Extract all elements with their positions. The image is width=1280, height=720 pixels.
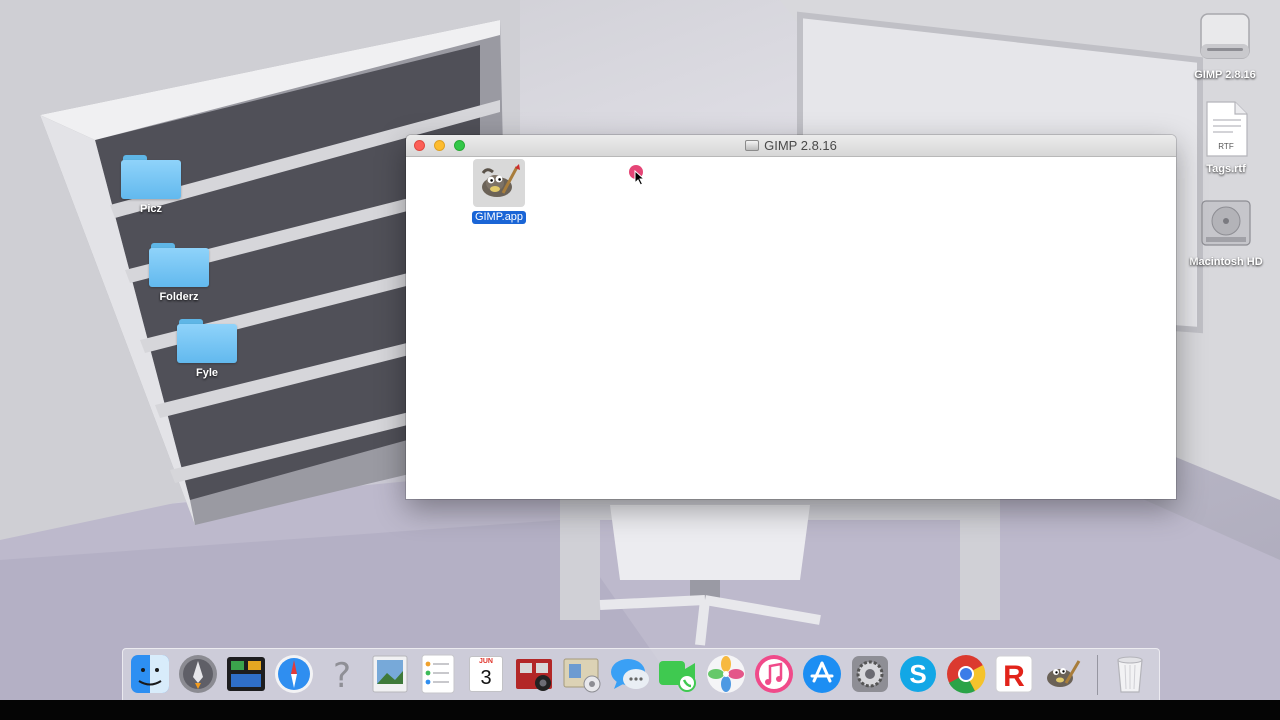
facetime-icon[interactable] [657,653,699,695]
calendar-month: JUN [478,658,493,665]
desktop-folder-fyle[interactable]: Fyle [162,319,252,379]
contacts-icon[interactable] [561,653,603,695]
desktop-disk-image[interactable]: GIMP 2.8.16 [1175,8,1275,81]
desktop-hard-drive-label: Macintosh HD [1189,256,1263,268]
disk-image-icon [745,140,760,151]
desktop-hard-drive[interactable]: Macintosh HD [1176,195,1276,268]
itunes-icon[interactable] [753,653,795,695]
svg-text:?: ? [333,656,351,695]
mission-control-icon[interactable] [225,653,267,695]
desktop-folder-label: Fyle [195,367,218,379]
finder-icon[interactable] [129,653,171,695]
reminders-icon[interactable] [417,653,459,695]
launchpad-icon[interactable] [177,653,219,695]
window-title: GIMP 2.8.16 [764,138,837,153]
svg-text:R: R [1003,660,1025,693]
dock: ? JUN 3 S R [122,648,1160,701]
chrome-icon[interactable] [945,653,987,695]
gimp-icon[interactable] [1041,653,1083,695]
window-titlebar[interactable]: GIMP 2.8.16 [406,135,1176,157]
photos-icon[interactable] [705,653,747,695]
finder-window: GIMP 2.8.16 GIMP.app [406,135,1176,499]
gimp-app-label: GIMP.app [471,211,527,224]
roblox-icon[interactable]: R [993,653,1035,695]
desktop-disk-image-label: GIMP 2.8.16 [1194,69,1256,81]
disk-image-icon [1200,13,1250,59]
system-preferences-icon[interactable] [849,653,891,695]
svg-text:S: S [909,659,926,689]
desktop-file-label: Tags.rtf [1206,163,1246,175]
photo-booth-icon[interactable] [513,653,555,695]
unknown-app-icon[interactable]: ? [321,653,363,695]
gimp-app-item[interactable]: GIMP.app [466,159,532,225]
desktop-folder-label: Folderz [159,291,199,303]
rtf-badge: RTF [1218,142,1234,151]
trash-icon[interactable] [1109,653,1151,695]
desktop-file-tags[interactable]: RTF Tags.rtf [1176,100,1276,175]
mouse-cursor-icon [629,165,646,186]
desktop-folder-folderz[interactable]: Folderz [134,243,224,303]
folder-icon [177,319,237,363]
folder-icon [121,155,181,199]
calendar-day: 3 [480,667,492,689]
messages-icon[interactable] [609,653,651,695]
preview-icon[interactable] [369,653,411,695]
gimp-icon [481,164,520,197]
desktop-folder-picz[interactable]: Picz [106,155,196,215]
letterbox-bar [0,700,1280,720]
hard-drive-icon [1201,200,1251,246]
safari-icon[interactable] [273,653,315,695]
dock-separator [1097,655,1098,695]
desktop-folder-label: Picz [139,203,162,215]
calendar-icon[interactable]: JUN 3 [465,653,507,695]
app-store-icon[interactable] [801,653,843,695]
window-title-area: GIMP 2.8.16 [406,135,1176,156]
skype-icon[interactable]: S [897,653,939,695]
folder-icon [149,243,209,287]
gimp-app-selection [473,159,525,207]
